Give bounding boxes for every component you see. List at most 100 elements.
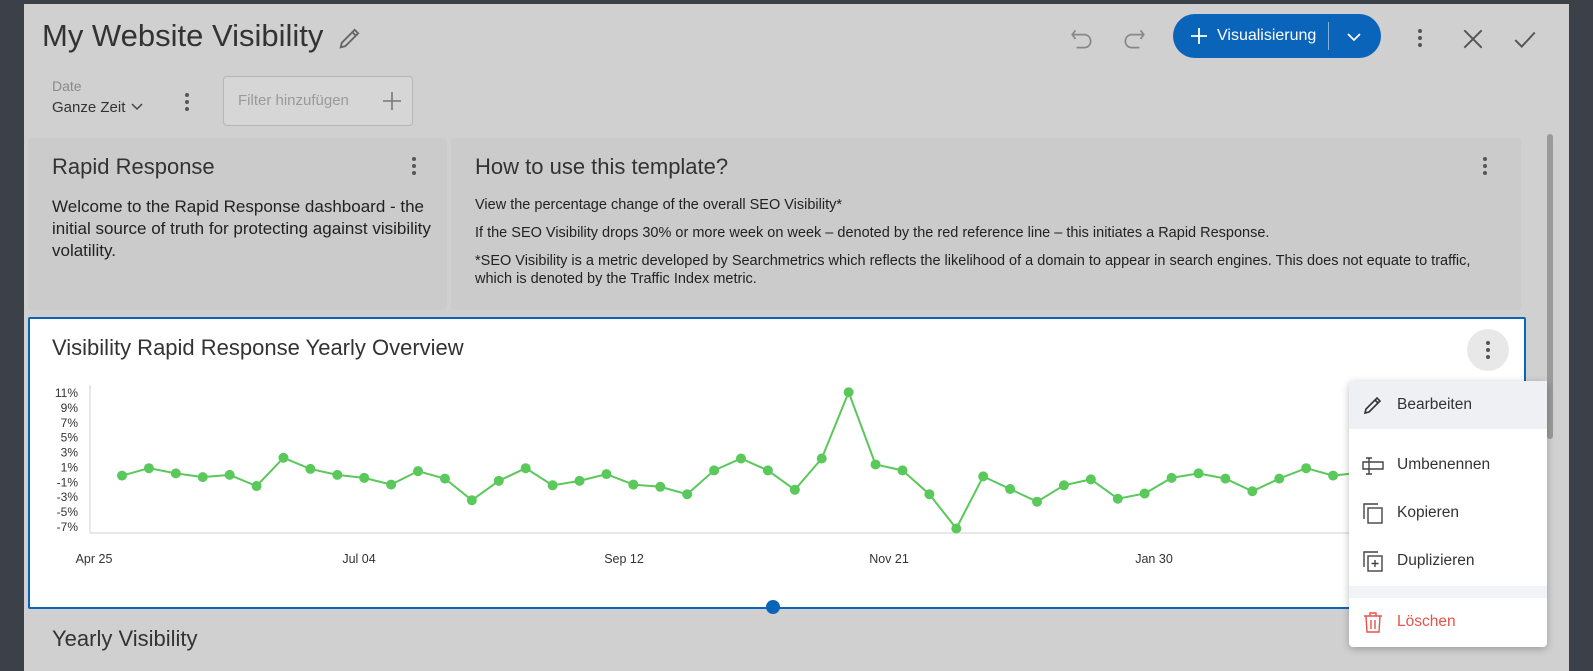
menu-item-delete[interactable]: Löschen <box>1349 598 1547 646</box>
trash-icon <box>1364 612 1382 633</box>
add-visualization-button[interactable]: Visualisierung <box>1173 14 1381 58</box>
data-point <box>1166 472 1177 483</box>
y-tick-label: 5% <box>61 431 79 445</box>
chevron-down-icon[interactable] <box>130 100 144 114</box>
data-point <box>143 463 154 474</box>
y-tick-label: 9% <box>61 401 79 415</box>
data-point <box>1301 463 1312 474</box>
data-point <box>1139 488 1150 499</box>
date-filter-options-icon[interactable] <box>177 90 197 114</box>
y-tick-label: -3% <box>57 490 79 504</box>
data-point <box>843 387 854 398</box>
data-point <box>413 466 424 477</box>
plus-icon <box>1191 28 1207 44</box>
chevron-down-icon[interactable] <box>1345 28 1363 46</box>
x-tick-label: Sep 12 <box>604 552 644 566</box>
data-point <box>359 472 370 483</box>
rapid-response-card: Rapid Response Welcome to the Rapid Resp… <box>28 138 447 310</box>
data-point <box>1005 484 1016 495</box>
data-point <box>117 470 127 481</box>
y-tick-label: -7% <box>57 520 79 534</box>
x-tick-label: Jan 30 <box>1135 552 1173 566</box>
data-point <box>332 469 343 480</box>
menu-item-copy[interactable]: Kopieren <box>1349 489 1547 537</box>
confirm-check-icon[interactable] <box>1512 26 1538 52</box>
menu-item-label: Bearbeiten <box>1397 396 1472 413</box>
data-point <box>789 484 800 495</box>
menu-item-label: Umbenennen <box>1397 456 1491 473</box>
data-point <box>601 469 612 480</box>
duplicate-icon <box>1363 551 1383 572</box>
visibility-line-chart: 11%9%7%5%3%1%-1%-3%-5%-7% Apr 25 Jul 04 Sep… <box>55 385 1470 566</box>
data-point <box>682 489 693 500</box>
data-point <box>1085 474 1096 485</box>
data-point <box>1058 480 1069 491</box>
yearly-overview-chart-card[interactable]: Visibility Rapid Response Yearly Overvie… <box>28 317 1526 609</box>
menu-item-label: Kopieren <box>1397 504 1460 521</box>
data-point <box>547 480 558 491</box>
data-point <box>897 465 908 476</box>
rename-icon <box>1362 457 1384 475</box>
edit-title-pencil-icon[interactable] <box>336 24 364 52</box>
card-options-icon[interactable] <box>1475 154 1495 178</box>
how-to-card: How to use this template? View the perce… <box>451 138 1521 310</box>
data-point <box>951 523 962 534</box>
menu-item-duplicate[interactable]: Duplizieren <box>1349 537 1547 585</box>
copy-icon <box>1363 503 1383 524</box>
data-point <box>655 481 666 492</box>
add-filter-field[interactable]: Filter hinzufügen <box>223 76 413 126</box>
button-separator <box>1328 22 1329 50</box>
data-point <box>520 463 531 474</box>
menu-divider <box>1349 586 1547 598</box>
more-options-icon[interactable] <box>1410 26 1430 50</box>
data-point <box>1274 473 1285 484</box>
data-point <box>1112 493 1123 504</box>
card-text: Welcome to the Rapid Response dashboard … <box>52 197 431 260</box>
vertical-scrollbar[interactable] <box>1547 134 1553 439</box>
dashboard-editor: My Website Visibility Visualisierung Dat… <box>24 4 1569 671</box>
data-point <box>305 463 316 474</box>
data-point <box>1193 468 1204 479</box>
y-tick-label: 7% <box>61 416 79 430</box>
data-point <box>493 475 504 486</box>
redo-icon[interactable] <box>1121 26 1147 52</box>
data-point <box>197 472 208 483</box>
resize-handle[interactable] <box>766 600 780 614</box>
data-point <box>439 473 450 484</box>
close-icon[interactable] <box>1460 26 1486 52</box>
data-point <box>278 452 289 463</box>
date-filter-label: Date <box>52 78 82 94</box>
dashboard-title: My Website Visibility <box>42 18 324 53</box>
x-tick-label: Apr 25 <box>76 552 113 566</box>
add-filter-placeholder: Filter hinzufügen <box>238 92 349 109</box>
x-tick-label: Jul 04 <box>342 552 375 566</box>
how-to-line: *SEO Visibility is a metric developed by… <box>475 253 1471 287</box>
data-point <box>466 495 477 506</box>
data-point <box>224 469 235 480</box>
data-point <box>1247 486 1258 497</box>
data-point <box>924 489 935 500</box>
data-point <box>574 475 585 486</box>
card-title: How to use this template? <box>475 154 729 179</box>
data-point <box>709 465 720 476</box>
add-visualization-label: Visualisierung <box>1217 27 1317 44</box>
menu-item-edit[interactable]: Bearbeiten <box>1349 381 1547 429</box>
y-tick-label: -1% <box>57 475 79 489</box>
x-tick-label: Nov 21 <box>869 552 909 566</box>
data-point <box>816 453 827 464</box>
date-filter-value[interactable]: Ganze Zeit <box>52 99 125 116</box>
data-point <box>628 479 639 490</box>
how-to-line: View the percentage change of the overal… <box>475 197 843 213</box>
data-point <box>736 453 746 464</box>
card-text: View the percentage change of the overal… <box>475 196 1505 298</box>
menu-item-label: Duplizieren <box>1397 552 1475 569</box>
context-menu: Bearbeiten Umbenennen Kopieren Duplizier… <box>1349 381 1547 647</box>
menu-item-rename[interactable]: Umbenennen <box>1349 441 1547 489</box>
y-tick-label: 3% <box>61 446 79 460</box>
card-title: Rapid Response <box>52 154 215 179</box>
data-point <box>978 471 989 482</box>
card-options-icon[interactable] <box>404 154 424 178</box>
y-tick-label: 11% <box>55 386 78 400</box>
plus-icon[interactable] <box>382 91 402 111</box>
undo-icon[interactable] <box>1069 26 1095 52</box>
